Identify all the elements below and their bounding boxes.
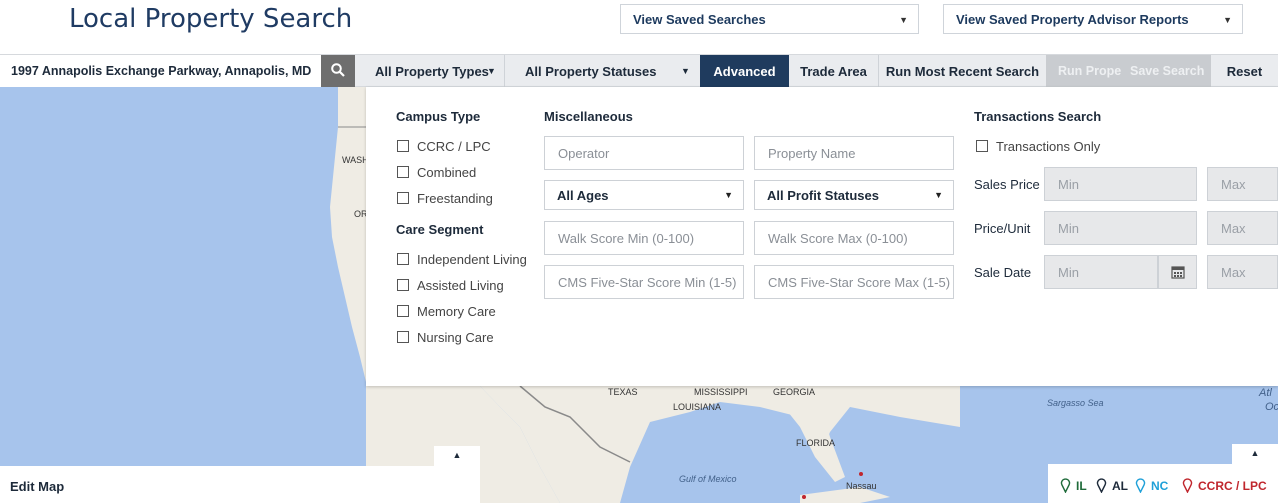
- map-pin-icon: [1135, 478, 1146, 493]
- advanced-panel: Campus Type CCRC / LPC Combined Freestan…: [366, 87, 1278, 386]
- legend-il: IL: [1060, 478, 1087, 493]
- chevron-down-icon: ▼: [681, 66, 690, 76]
- checkbox-label: CCRC / LPC: [417, 139, 491, 154]
- checkbox[interactable]: [397, 192, 409, 204]
- checkbox-label: Freestanding: [417, 191, 493, 206]
- care-segment-heading: Care Segment: [396, 222, 484, 237]
- checkbox-label: Combined: [417, 165, 477, 180]
- page-title: Local Property Search: [69, 4, 353, 34]
- map-pin-icon: [1182, 478, 1193, 493]
- expand-legend-toggle[interactable]: ▲: [1232, 444, 1278, 464]
- map-label-atlantic: Atl: [1259, 387, 1272, 399]
- header: Local Property Search View Saved Searche…: [0, 0, 1278, 54]
- chevron-down-icon: ▼: [487, 66, 496, 76]
- expand-map-toggle[interactable]: ▲: [434, 446, 480, 466]
- sales-price-label: Sales Price: [974, 177, 1040, 192]
- map-label-florida: FLORIDA: [796, 438, 836, 448]
- search-bar: 1997 Annapolis Exchange Parkway, Annapol…: [0, 54, 1278, 87]
- map-label-sargasso: Sargasso Sea: [1047, 398, 1104, 408]
- property-types-label: All Property Types: [375, 64, 489, 79]
- chevron-up-icon: ▲: [1250, 448, 1260, 458]
- misc-heading: Miscellaneous: [544, 109, 633, 124]
- checkbox[interactable]: [397, 279, 409, 291]
- legend-al-label: AL: [1112, 479, 1128, 493]
- checkbox[interactable]: [397, 305, 409, 317]
- checkbox-label: Transactions Only: [996, 139, 1101, 154]
- property-name-input[interactable]: Property Name: [754, 136, 954, 170]
- map-label-wash: WASH: [342, 155, 369, 165]
- map-legend: IL AL NC CCRC / LPC: [1048, 464, 1278, 503]
- address-input[interactable]: 1997 Annapolis Exchange Parkway, Annapol…: [0, 55, 321, 87]
- reset-button[interactable]: Reset: [1211, 55, 1278, 87]
- checkbox-label: Memory Care: [417, 304, 496, 319]
- save-search-button[interactable]: Save Search: [1130, 64, 1204, 78]
- ages-select[interactable]: All Ages ▼: [544, 180, 744, 210]
- chevron-up-icon: ▲: [452, 450, 462, 460]
- profit-status-value: All Profit Statuses: [767, 188, 879, 203]
- transactions-heading: Transactions Search: [974, 109, 1102, 124]
- operator-input[interactable]: Operator: [544, 136, 744, 170]
- map-label-texas: TEXAS: [608, 387, 638, 397]
- profit-status-select[interactable]: All Profit Statuses ▼: [754, 180, 954, 210]
- chevron-down-icon: ▼: [1223, 15, 1232, 25]
- calendar-icon: [1171, 266, 1185, 279]
- cms-max-input[interactable]: CMS Five-Star Score Max (1-5): [754, 265, 954, 299]
- trade-area-button[interactable]: Trade Area: [789, 55, 879, 87]
- app-root: Local Property Search View Saved Searche…: [0, 0, 1278, 503]
- search-icon: [331, 63, 345, 77]
- saved-reports-dropdown[interactable]: View Saved Property Advisor Reports ▼: [943, 4, 1243, 34]
- run-property-button[interactable]: Run Prope: [1058, 64, 1121, 78]
- checkbox[interactable]: [976, 140, 988, 152]
- saved-searches-dropdown[interactable]: View Saved Searches ▼: [620, 4, 919, 34]
- legend-ccrc: CCRC / LPC: [1182, 478, 1267, 493]
- legend-nc-label: NC: [1151, 479, 1169, 493]
- calendar-button[interactable]: [1158, 255, 1197, 289]
- run-recent-search-button[interactable]: Run Most Recent Search: [879, 55, 1046, 87]
- checkbox[interactable]: [397, 253, 409, 265]
- advanced-button[interactable]: Advanced: [700, 55, 789, 87]
- chevron-down-icon: ▼: [899, 15, 908, 25]
- legend-il-label: IL: [1076, 479, 1087, 493]
- chevron-down-icon: ▼: [934, 190, 943, 200]
- checkbox[interactable]: [397, 331, 409, 343]
- map-label-georgia: GEORGIA: [773, 387, 816, 397]
- chevron-down-icon: ▼: [724, 190, 733, 200]
- sale-date-label: Sale Date: [974, 265, 1032, 280]
- map-label-nassau: Nassau: [846, 481, 877, 491]
- checkbox[interactable]: [397, 140, 409, 152]
- map-label-louisiana: LOUISIANA: [673, 402, 722, 412]
- edit-map-button[interactable]: Edit Map: [0, 466, 480, 503]
- search-button[interactable]: [321, 55, 355, 87]
- saved-searches-label: View Saved Searches: [633, 12, 766, 27]
- price-unit-min-input[interactable]: Min: [1044, 211, 1197, 245]
- checkbox-label: Independent Living: [417, 252, 527, 267]
- property-statuses-label: All Property Statuses: [525, 64, 657, 79]
- walk-score-max-input[interactable]: Walk Score Max (0-100): [754, 221, 954, 255]
- walk-score-min-input[interactable]: Walk Score Min (0-100): [544, 221, 744, 255]
- map-label-ocean: Oc: [1265, 401, 1278, 413]
- sale-date-min-input[interactable]: Min: [1044, 255, 1158, 289]
- legend-ccrc-label: CCRC / LPC: [1198, 479, 1267, 493]
- property-types-dropdown[interactable]: All Property Types ▼: [355, 55, 505, 87]
- checkbox-label: Nursing Care: [417, 330, 494, 345]
- sale-date-max-input[interactable]: Max: [1207, 255, 1278, 289]
- map-label-mississippi: MISSISSIPPI: [694, 387, 748, 397]
- sales-price-max-input[interactable]: Max: [1207, 167, 1278, 201]
- cms-min-input[interactable]: CMS Five-Star Score Min (1-5): [544, 265, 744, 299]
- legend-al: AL: [1096, 478, 1128, 493]
- campus-type-heading: Campus Type: [396, 109, 481, 124]
- checkbox-label: Assisted Living: [417, 278, 504, 293]
- map-pin-icon: [1060, 478, 1071, 493]
- sales-price-min-input[interactable]: Min: [1044, 167, 1197, 201]
- map-label-gulf: Gulf of Mexico: [679, 474, 737, 484]
- ages-select-value: All Ages: [557, 188, 609, 203]
- disabled-actions: Run Prope Save Search: [1046, 55, 1211, 87]
- legend-nc: NC: [1135, 478, 1168, 493]
- price-unit-max-input[interactable]: Max: [1207, 211, 1278, 245]
- map-pin-icon: [1096, 478, 1107, 493]
- saved-reports-label: View Saved Property Advisor Reports: [956, 12, 1189, 27]
- property-statuses-dropdown[interactable]: All Property Statuses ▼: [505, 55, 699, 87]
- checkbox[interactable]: [397, 166, 409, 178]
- price-unit-label: Price/Unit: [974, 221, 1031, 236]
